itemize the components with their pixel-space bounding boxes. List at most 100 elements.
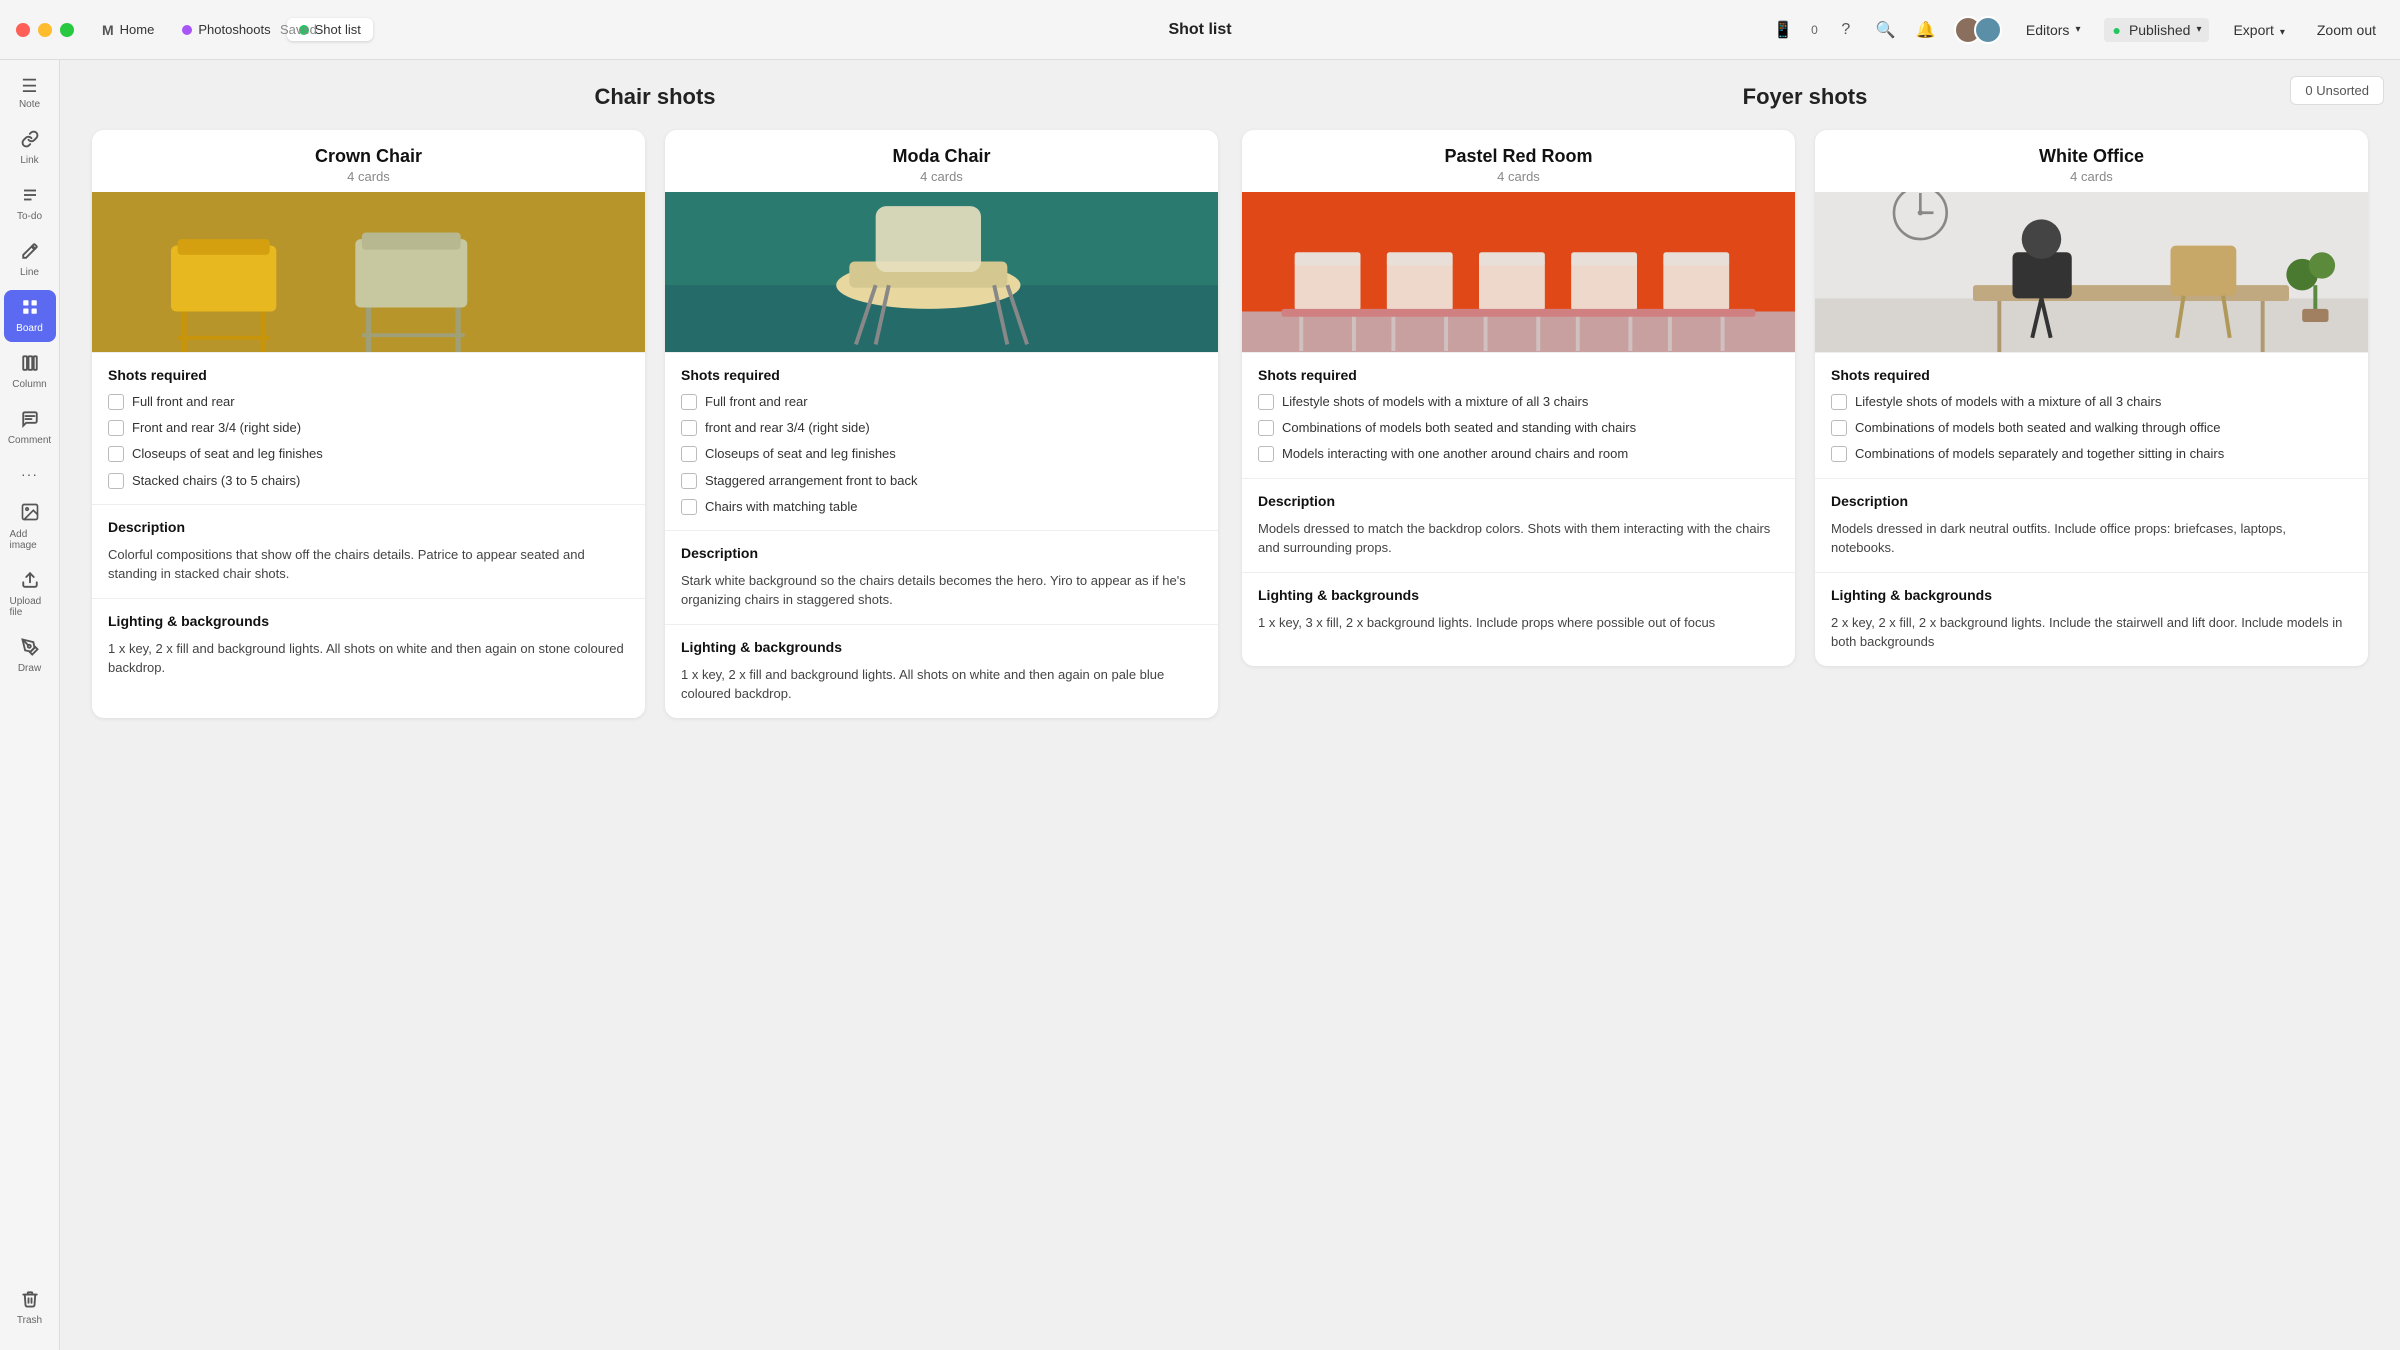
checkbox-m4[interactable] (681, 473, 697, 489)
foyer-shots-cards: Pastel Red Room 4 cards (1242, 130, 2368, 666)
checklist-item: Lifestyle shots of models with a mixture… (1831, 393, 2352, 411)
upload-icon (21, 571, 39, 594)
checkbox-m3[interactable] (681, 446, 697, 462)
checkbox-1[interactable] (108, 394, 124, 410)
moda-chair-title: Moda Chair (681, 146, 1202, 167)
checkbox-m1[interactable] (681, 394, 697, 410)
moda-chair-count: 4 cards (681, 169, 1202, 184)
sidebar-trash-label: Trash (17, 1315, 42, 1326)
crown-chair-lighting-title: Lighting & backgrounds (108, 613, 629, 629)
draw-icon (21, 638, 39, 661)
crown-chair-image (92, 192, 645, 352)
todo-icon (21, 186, 39, 209)
moda-chair-lighting-text: 1 x key, 2 x fill and background lights.… (681, 665, 1202, 704)
search-icon[interactable]: 🔍 (1874, 18, 1898, 42)
close-button[interactable] (16, 23, 30, 37)
checkbox-p3[interactable] (1258, 446, 1274, 462)
moda-chair-lighting-section: Lighting & backgrounds 1 x key, 2 x fill… (665, 624, 1218, 718)
published-button[interactable]: ● Published ▾ (2104, 18, 2209, 42)
checkbox-w1[interactable] (1831, 394, 1847, 410)
checklist-item: Full front and rear (681, 393, 1202, 411)
zoom-button[interactable]: Zoom out (2309, 18, 2384, 42)
white-office-header: White Office 4 cards (1815, 130, 2368, 192)
white-office-shots-section: Shots required Lifestyle shots of models… (1815, 352, 2368, 478)
checkbox-p1[interactable] (1258, 394, 1274, 410)
sidebar-item-add-image[interactable]: Add image (4, 494, 56, 559)
tab-photoshoots-label: Photoshoots (198, 22, 270, 37)
unsorted-button[interactable]: 0 Unsorted (2290, 76, 2384, 105)
moda-chair-lighting-title: Lighting & backgrounds (681, 639, 1202, 655)
published-chevron-icon: ▾ (2196, 24, 2201, 35)
white-office-count: 4 cards (1831, 169, 2352, 184)
editors-chevron-icon: ▾ (2075, 24, 2080, 35)
moda-shot-3: Closeups of seat and leg finishes (705, 445, 896, 463)
crown-chair-count: 4 cards (108, 169, 629, 184)
sidebar-item-trash[interactable]: Trash (4, 1282, 56, 1334)
checkbox-m5[interactable] (681, 499, 697, 515)
moda-chair-checklist: Full front and rear front and rear 3/4 (… (681, 393, 1202, 516)
pastel-desc-text: Models dressed to match the backdrop col… (1258, 519, 1779, 558)
editors-button[interactable]: Editors ▾ (2018, 18, 2089, 42)
pastel-red-image (1242, 192, 1795, 352)
sidebar-item-more[interactable]: ··· (4, 458, 56, 490)
white-office-lighting-text: 2 x key, 2 x fill, 2 x background lights… (1831, 613, 2352, 652)
sidebar-item-draw[interactable]: Draw (4, 630, 56, 682)
bell-icon[interactable]: 🔔 (1914, 18, 1938, 42)
sidebar-item-upload-file[interactable]: Upload file (4, 563, 56, 626)
crown-chair-shots-title: Shots required (108, 367, 629, 383)
add-image-icon (20, 502, 40, 527)
pen-icon (21, 242, 39, 265)
crown-chair-description-section: Description Colorful compositions that s… (92, 504, 645, 598)
sidebar-item-board[interactable]: Board (4, 290, 56, 342)
avatar-2 (1974, 16, 2002, 44)
notifications-icon[interactable]: 📱 (1771, 18, 1795, 42)
moda-chair-desc-title: Description (681, 545, 1202, 561)
crown-chair-header: Crown Chair 4 cards (92, 130, 645, 192)
sidebar-note-label: Note (19, 99, 40, 110)
checkbox-w2[interactable] (1831, 420, 1847, 436)
photoshoots-dot (182, 25, 192, 35)
white-office-title: White Office (1831, 146, 2352, 167)
pastel-red-card: Pastel Red Room 4 cards (1242, 130, 1795, 666)
white-shot-2: Combinations of models both seated and w… (1855, 419, 2220, 437)
sidebar-add-image-label: Add image (10, 529, 50, 551)
moda-chair-description-section: Description Stark white background so th… (665, 530, 1218, 624)
checkbox-w3[interactable] (1831, 446, 1847, 462)
moda-chair-shots-section: Shots required Full front and rear front… (665, 352, 1218, 530)
crown-chair-desc-text: Colorful compositions that show off the … (108, 545, 629, 584)
moda-chair-header: Moda Chair 4 cards (665, 130, 1218, 192)
white-office-description-section: Description Models dressed in dark neutr… (1815, 478, 2368, 572)
export-button[interactable]: Export ▾ (2225, 18, 2292, 42)
sidebar-item-link[interactable]: Link (4, 122, 56, 174)
white-shot-1: Lifestyle shots of models with a mixture… (1855, 393, 2161, 411)
checkbox-4[interactable] (108, 473, 124, 489)
checkbox-3[interactable] (108, 446, 124, 462)
tab-home[interactable]: M Home (90, 18, 166, 42)
sidebar-item-note[interactable]: ☰ Note (4, 68, 56, 118)
export-label: Export (2233, 22, 2273, 38)
checkbox-2[interactable] (108, 420, 124, 436)
sidebar-item-column[interactable]: Column (4, 346, 56, 398)
more-icon: ··· (21, 466, 38, 482)
help-icon[interactable]: ? (1834, 18, 1858, 42)
tab-photoshoots[interactable]: Photoshoots (170, 18, 282, 41)
home-icon: M (102, 22, 114, 38)
column-icon (21, 354, 39, 377)
editors-label: Editors (2026, 22, 2070, 38)
sidebar-item-todo[interactable]: To-do (4, 178, 56, 230)
sidebar-item-line[interactable]: Line (4, 234, 56, 286)
published-dot: ● (2112, 22, 2120, 38)
chair-shots-cards: Crown Chair 4 cards (92, 130, 1218, 718)
white-office-lighting-title: Lighting & backgrounds (1831, 587, 2352, 603)
link-icon (21, 130, 39, 153)
chair-shots-section: Chair shots Crown Chair 4 cards (92, 84, 1218, 718)
comment-icon (21, 410, 39, 433)
sidebar-item-comment[interactable]: Comment (4, 402, 56, 454)
fullscreen-button[interactable] (60, 23, 74, 37)
white-office-desc-title: Description (1831, 493, 2352, 509)
titlebar-icons: 📱 0 ? 🔍 🔔 (1771, 18, 1938, 42)
checkbox-m2[interactable] (681, 420, 697, 436)
minimize-button[interactable] (38, 23, 52, 37)
checkbox-p2[interactable] (1258, 420, 1274, 436)
moda-chair-card: Moda Chair 4 cards (665, 130, 1218, 718)
